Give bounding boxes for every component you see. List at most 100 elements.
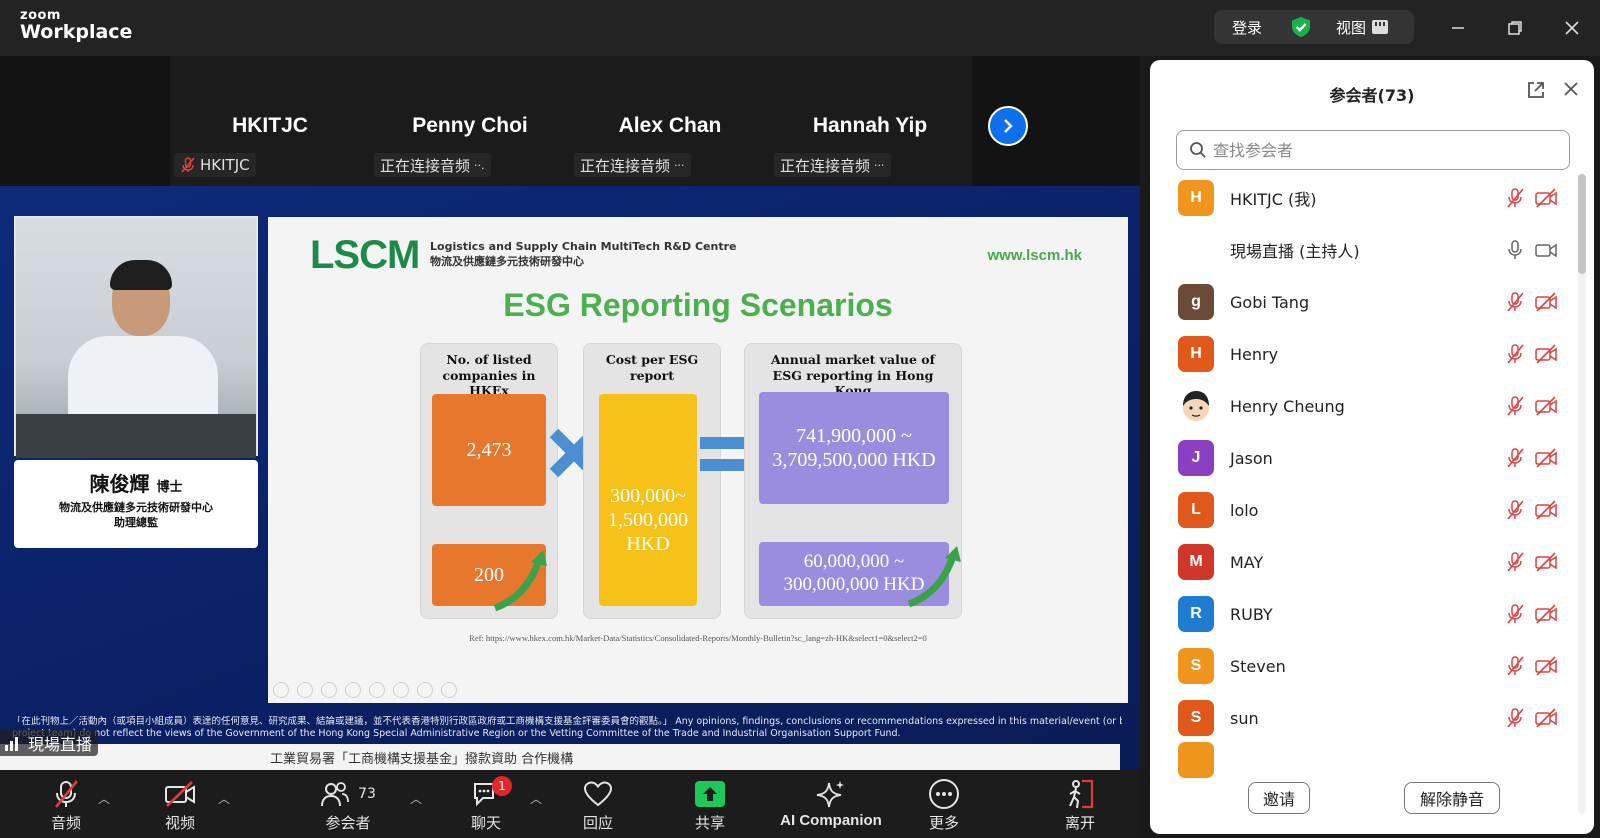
tile-status: 正在连接音频 ⋅·⋅ bbox=[774, 153, 891, 177]
avatar: S bbox=[1178, 648, 1214, 684]
video-tile-hannah-yip[interactable]: Hannah Yip 正在连接音频 ⋅·⋅ bbox=[770, 56, 970, 186]
panel-annual-market-value: Annual market value of ESG reporting in … bbox=[744, 343, 962, 619]
mic-muted-icon[interactable] bbox=[1504, 187, 1526, 209]
camera-off-icon[interactable] bbox=[1534, 291, 1558, 313]
participant-row[interactable]: g Gobi Tang bbox=[1150, 276, 1570, 328]
participant-list-scrollbar[interactable] bbox=[1578, 174, 1586, 814]
connecting-dots-icon: ⋅·⋅ bbox=[874, 158, 885, 172]
camera-off-icon[interactable] bbox=[1534, 187, 1558, 209]
share-screen-button[interactable]: 共享 bbox=[660, 778, 760, 833]
view-grid-icon bbox=[1372, 20, 1389, 34]
video-tile-penny-choi[interactable]: Penny Choi 正在连接音频 ⋅·. bbox=[370, 56, 570, 186]
title-bar-controls: 登录 视图 bbox=[1214, 10, 1414, 44]
security-shield-icon[interactable] bbox=[1290, 16, 1312, 38]
participant-row[interactable]: R RUBY bbox=[1150, 588, 1570, 640]
close-window-button[interactable] bbox=[1558, 14, 1586, 42]
zoom-workplace-logo: zoom Workplace bbox=[20, 8, 133, 43]
camera-off-icon[interactable] bbox=[1534, 447, 1558, 469]
leave-meeting-button[interactable]: 离开 bbox=[1030, 778, 1130, 833]
unmute-all-button[interactable]: 解除静音 bbox=[1404, 782, 1500, 814]
avatar: g bbox=[1178, 284, 1214, 320]
live-stream-badge: 現場直播 bbox=[0, 730, 99, 756]
view-label: 视图 bbox=[1336, 18, 1367, 37]
next-page-button[interactable] bbox=[988, 106, 1028, 146]
camera-off-icon[interactable] bbox=[1534, 603, 1558, 625]
participant-search-input[interactable] bbox=[1213, 140, 1553, 160]
participants-options-chevron-icon[interactable]: ︿ bbox=[410, 790, 422, 807]
video-tile-alex-chan[interactable]: Alex Chan 正在连接音频 ·⋅· bbox=[570, 56, 770, 186]
participants-button[interactable]: 73 参会者 bbox=[298, 778, 398, 833]
equals-sign-icon bbox=[700, 437, 746, 471]
speaker-name: 陳俊輝 博士 bbox=[89, 472, 183, 496]
reactions-button[interactable]: 回应 bbox=[548, 778, 648, 833]
close-icon[interactable] bbox=[1562, 80, 1580, 102]
mic-muted-icon[interactable] bbox=[1504, 707, 1526, 729]
mic-muted-icon[interactable] bbox=[1504, 499, 1526, 521]
value-box-market-value: 741,900,000 ~ 3,709,500,000 HKD bbox=[759, 392, 949, 504]
camera-off-icon[interactable] bbox=[1534, 343, 1558, 365]
heart-icon bbox=[583, 781, 613, 807]
speaker-affiliation: 物流及供應鏈多元技術研發中心 助理總監 bbox=[59, 501, 213, 529]
mic-muted-icon[interactable] bbox=[1504, 447, 1526, 469]
camera-off-icon bbox=[165, 781, 195, 807]
popout-icon[interactable] bbox=[1526, 80, 1546, 104]
participants-panel: 参会者(73) H HKITJC (我) 現場直播 (主持人) g Gobi T… bbox=[1150, 60, 1594, 834]
camera-off-icon[interactable] bbox=[1534, 551, 1558, 573]
mic-muted-icon bbox=[54, 780, 79, 808]
mic-muted-icon[interactable] bbox=[1504, 655, 1526, 677]
participant-row[interactable]: Henry Cheung bbox=[1150, 380, 1570, 432]
slide-toolbar[interactable] bbox=[273, 682, 457, 698]
presentation-slide: LSCM Logistics and Supply Chain MultiTec… bbox=[268, 217, 1128, 703]
avatar: R bbox=[1178, 596, 1214, 632]
invite-button[interactable]: 邀请 bbox=[1248, 782, 1310, 814]
avatar bbox=[1178, 388, 1214, 424]
participant-row[interactable]: H HKITJC (我) bbox=[1150, 172, 1570, 224]
chat-button[interactable]: 1 聊天 bbox=[436, 776, 536, 833]
video-options-chevron-icon[interactable]: ︿ bbox=[218, 790, 230, 807]
chat-options-chevron-icon[interactable]: ︿ bbox=[530, 790, 542, 807]
mic-muted-icon[interactable] bbox=[1504, 291, 1526, 313]
participant-row[interactable]: 現場直播 (主持人) bbox=[1150, 224, 1570, 276]
mic-muted-icon[interactable] bbox=[1504, 343, 1526, 365]
tile-status: HKITJC bbox=[174, 153, 256, 177]
video-tile-hkitjc[interactable]: HKITJC HKITJC bbox=[170, 56, 370, 186]
mic-muted-icon[interactable] bbox=[1504, 551, 1526, 573]
participant-row[interactable]: H Henry bbox=[1150, 328, 1570, 380]
scrollbar-thumb[interactable] bbox=[1578, 174, 1586, 274]
slide-url: www.lscm.hk bbox=[987, 247, 1082, 264]
camera-off-icon[interactable] bbox=[1534, 655, 1558, 677]
avatar: S bbox=[1178, 700, 1214, 736]
camera-off-icon[interactable] bbox=[1534, 499, 1558, 521]
share-screen-icon bbox=[695, 781, 725, 807]
mic-muted-icon[interactable] bbox=[1504, 395, 1526, 417]
participant-row[interactable]: M MAY bbox=[1150, 536, 1570, 588]
camera-off-icon[interactable] bbox=[1534, 395, 1558, 417]
camera-off-icon[interactable] bbox=[1534, 707, 1558, 729]
login-button[interactable]: 登录 bbox=[1232, 17, 1262, 38]
participant-row[interactable]: S sun bbox=[1150, 692, 1570, 744]
participants-icon bbox=[321, 782, 349, 807]
minimize-window-button[interactable] bbox=[1444, 14, 1472, 42]
audio-options-chevron-icon[interactable]: ︿ bbox=[98, 790, 110, 807]
connecting-dots-icon: ·⋅· bbox=[674, 158, 685, 172]
participant-row[interactable]: S Steven bbox=[1150, 640, 1570, 692]
more-button[interactable]: 更多 bbox=[894, 778, 994, 833]
participant-row-partial[interactable] bbox=[1150, 742, 1570, 796]
restore-window-button[interactable] bbox=[1501, 14, 1529, 42]
ai-companion-button[interactable]: AI Companion bbox=[766, 778, 896, 829]
leave-door-icon bbox=[1069, 779, 1094, 809]
meeting-toolbar: 音频 ︿ 视频 ︿ 73 参会者 ︿ 1 聊天 ︿ 回应 共享 AI Compa… bbox=[0, 770, 1140, 838]
participant-search[interactable] bbox=[1176, 130, 1570, 170]
video-button[interactable]: 视频 bbox=[130, 778, 230, 833]
signal-bars-icon bbox=[5, 737, 18, 751]
view-button[interactable]: 视图 bbox=[1336, 17, 1389, 38]
participant-row[interactable]: L lolo bbox=[1150, 484, 1570, 536]
participant-row[interactable]: J Jason bbox=[1150, 432, 1570, 484]
value-box-listed-companies: 2,473 bbox=[432, 394, 546, 506]
mic-muted-icon[interactable] bbox=[1504, 603, 1526, 625]
search-icon bbox=[1190, 142, 1206, 158]
meeting-stage: HKITJC HKITJC Penny Choi 正在连接音频 ⋅·. Alex … bbox=[0, 56, 1140, 770]
sparkle-icon bbox=[816, 781, 844, 808]
mic-icon[interactable] bbox=[1504, 239, 1526, 261]
camera-icon[interactable] bbox=[1534, 239, 1558, 261]
